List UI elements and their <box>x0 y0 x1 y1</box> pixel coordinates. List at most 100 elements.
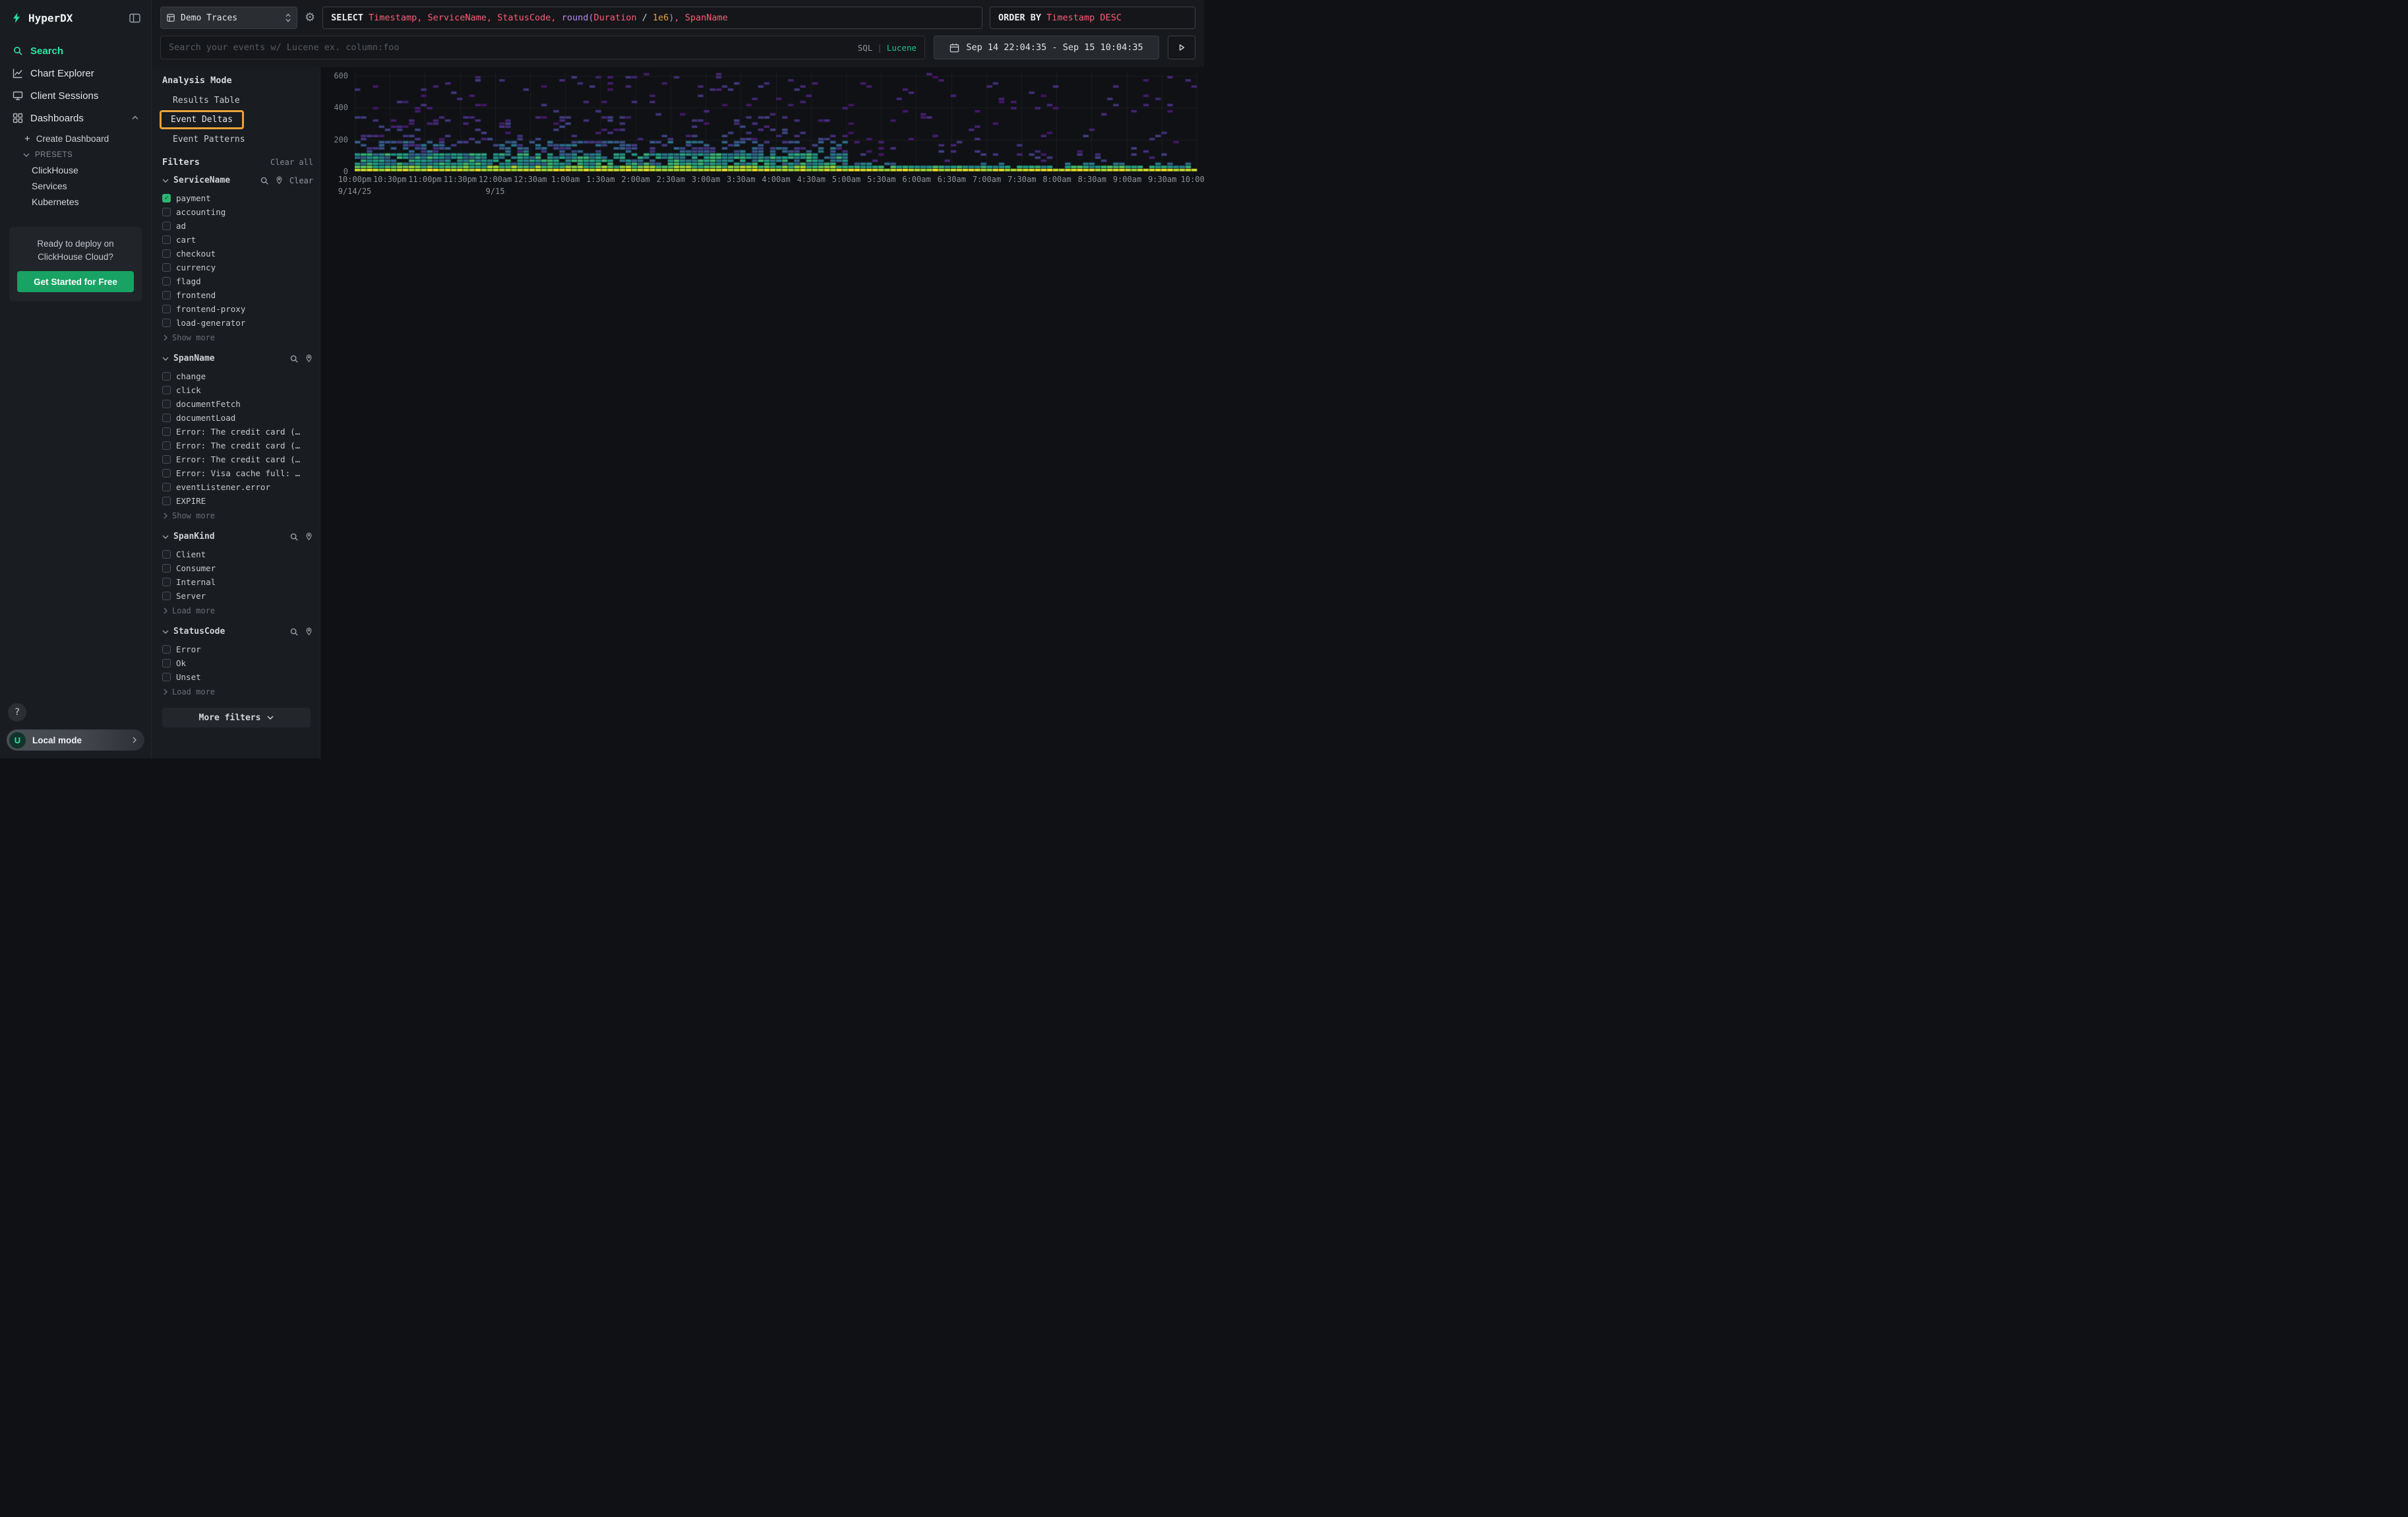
facet-search-icon[interactable] <box>289 354 299 363</box>
facet-checkbox-item[interactable]: cart <box>162 233 313 247</box>
facet-checkbox-item[interactable]: Internal <box>162 575 313 589</box>
analysis-mode-item[interactable]: Results Table <box>164 92 249 108</box>
facet-checkbox-item[interactable]: Error: Visa cache full: … <box>162 466 313 480</box>
facet-search-icon[interactable] <box>289 532 299 542</box>
heatmap-plot[interactable] <box>355 73 1197 171</box>
checkbox[interactable] <box>162 319 171 327</box>
checkbox[interactable] <box>162 673 171 681</box>
checkbox[interactable] <box>162 386 171 394</box>
checkbox[interactable] <box>162 455 171 464</box>
facet-checkbox-item[interactable]: documentLoad <box>162 411 313 425</box>
facet-checkbox-item[interactable]: Error: The credit card (… <box>162 452 313 466</box>
checkbox[interactable] <box>162 305 171 313</box>
facet-checkbox-item[interactable]: checkout <box>162 247 313 261</box>
checkbox[interactable] <box>162 427 171 436</box>
facet-group-header[interactable]: SpanKind <box>162 532 313 542</box>
facet-checkbox-item[interactable]: flagd <box>162 274 313 288</box>
sidebar-preset-item[interactable]: ClickHouse <box>0 162 151 178</box>
pin-icon[interactable] <box>275 176 284 185</box>
facet-checkbox-item[interactable]: change <box>162 369 313 383</box>
search-input[interactable] <box>169 42 853 53</box>
settings-gear-icon[interactable]: ⚙ <box>305 12 315 24</box>
order-by-input[interactable]: ORDER BY Timestamp DESC <box>990 7 1195 29</box>
facet-checkbox-item[interactable]: Ok <box>162 656 313 670</box>
checkbox[interactable] <box>162 550 171 559</box>
facet-group-header[interactable]: StatusCode <box>162 627 313 636</box>
facet-checkbox-item[interactable]: Error <box>162 642 313 656</box>
collapse-sidebar-icon[interactable] <box>129 13 140 23</box>
facet-checkbox-item[interactable]: Consumer <box>162 561 313 575</box>
user-menu[interactable]: U Local mode <box>7 729 144 751</box>
clear-all-button[interactable]: Clear all <box>270 158 313 167</box>
date-range-picker[interactable]: Sep 14 22:04:35 - Sep 15 10:04:35 <box>934 36 1159 59</box>
analysis-mode-item[interactable]: Event Deltas <box>160 110 244 129</box>
analysis-mode-item[interactable]: Event Patterns <box>164 131 255 147</box>
main-area: 0200400600 10:00pm10:30pm11:00pm11:30pm1… <box>320 67 1204 758</box>
pin-icon[interactable] <box>305 532 313 541</box>
source-select[interactable]: Demo Traces <box>160 7 297 29</box>
sidebar-item-search[interactable]: Search <box>0 40 151 62</box>
checkbox[interactable] <box>162 659 171 667</box>
sidebar-preset-item[interactable]: Kubernetes <box>0 194 151 210</box>
run-query-button[interactable] <box>1168 36 1195 59</box>
facet-checkbox-item[interactable]: frontend <box>162 288 313 302</box>
sidebar-item-dashboards[interactable]: Dashboards <box>0 107 151 129</box>
facet-clear-button[interactable]: Clear <box>289 176 313 185</box>
checkbox[interactable] <box>162 263 171 272</box>
facet-checkbox-item[interactable]: ad <box>162 219 313 233</box>
checkbox[interactable] <box>162 592 171 600</box>
presets-toggle[interactable]: PRESETS <box>0 146 151 162</box>
facet-checkbox-item[interactable]: currency <box>162 261 313 274</box>
checkbox[interactable] <box>162 222 171 230</box>
facet-checkbox-item[interactable]: Error: The credit card (… <box>162 439 313 452</box>
checkbox[interactable] <box>162 564 171 573</box>
checkbox[interactable] <box>162 441 171 450</box>
facet-checkbox-item[interactable]: EXPIRE <box>162 494 313 508</box>
more-filters-button[interactable]: More filters <box>162 708 311 728</box>
checkbox[interactable] <box>162 400 171 408</box>
load-more-button[interactable]: Load more <box>162 606 313 615</box>
facet-checkbox-item[interactable]: click <box>162 383 313 397</box>
checkbox[interactable] <box>162 645 171 654</box>
create-dashboard-button[interactable]: + Create Dashboard <box>0 129 151 146</box>
sql-select-input[interactable]: SELECT Timestamp, ServiceName, StatusCod… <box>322 7 982 29</box>
sidebar-preset-item[interactable]: Services <box>0 178 151 194</box>
checkbox[interactable] <box>162 277 171 286</box>
sidebar-item-client-sessions[interactable]: Client Sessions <box>0 84 151 107</box>
load-more-button[interactable]: Load more <box>162 687 313 697</box>
get-started-button[interactable]: Get Started for Free <box>17 271 134 292</box>
checkbox[interactable] <box>162 249 171 258</box>
checkbox[interactable] <box>162 372 171 381</box>
facet-checkbox-item[interactable]: documentFetch <box>162 397 313 411</box>
facet-checkbox-item[interactable]: eventListener.error <box>162 480 313 494</box>
checkbox[interactable] <box>162 194 171 202</box>
show-more-button[interactable]: Show more <box>162 511 313 520</box>
facet-checkbox-item[interactable]: Unset <box>162 670 313 684</box>
help-button[interactable]: ? <box>8 703 26 722</box>
facet-search-icon[interactable] <box>289 627 299 636</box>
pin-icon[interactable] <box>305 627 313 636</box>
facet-checkbox-item[interactable]: Client <box>162 547 313 561</box>
facet-checkbox-item[interactable]: Server <box>162 589 313 603</box>
facet-checkbox-item[interactable]: frontend-proxy <box>162 302 313 316</box>
pin-icon[interactable] <box>305 354 313 363</box>
facet-checkbox-item[interactable]: payment <box>162 191 313 205</box>
checkbox[interactable] <box>162 291 171 299</box>
checkbox[interactable] <box>162 414 171 422</box>
facet-checkbox-item[interactable]: accounting <box>162 205 313 219</box>
facet-checkbox-item[interactable]: load-generator <box>162 316 313 330</box>
checkbox[interactable] <box>162 469 171 478</box>
checkbox[interactable] <box>162 497 171 505</box>
checkbox[interactable] <box>162 208 171 216</box>
sidebar-item-chart-explorer[interactable]: Chart Explorer <box>0 62 151 84</box>
checkbox[interactable] <box>162 578 171 586</box>
checkbox[interactable] <box>162 483 171 491</box>
checkbox[interactable] <box>162 235 171 244</box>
lucene-mode-button[interactable]: Lucene <box>887 43 917 53</box>
show-more-button[interactable]: Show more <box>162 333 313 342</box>
facet-checkbox-item[interactable]: Error: The credit card (… <box>162 425 313 439</box>
facet-search-icon[interactable] <box>260 176 269 185</box>
facet-group-header[interactable]: ServiceName Clear <box>162 175 313 185</box>
sql-mode-button[interactable]: SQL <box>858 43 873 53</box>
facet-group-header[interactable]: SpanName <box>162 354 313 363</box>
